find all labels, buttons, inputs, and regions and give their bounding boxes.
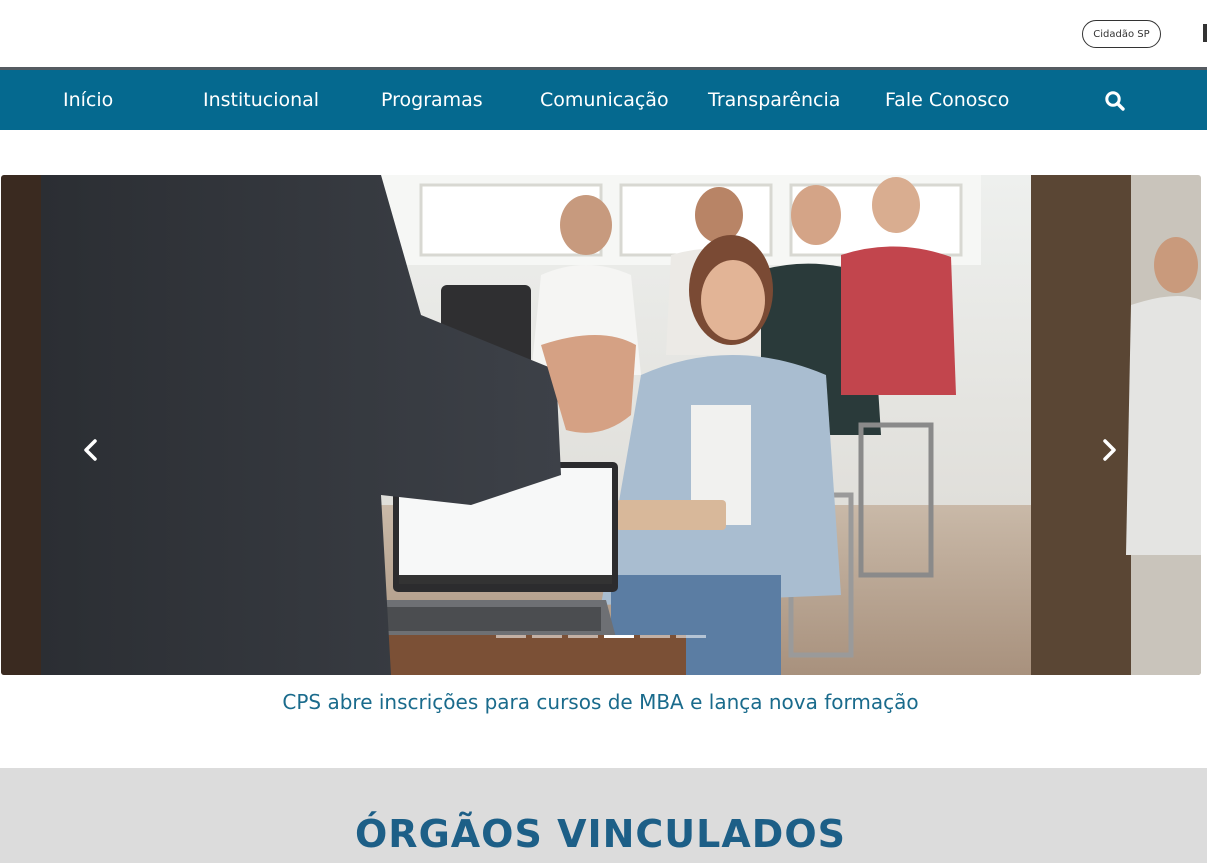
nav-item-comunicacao[interactable]: Comunicação <box>540 70 669 130</box>
top-bar: Cidadão SP <box>0 0 1207 67</box>
carousel-caption-link[interactable]: CPS abre inscrições para cursos de MBA e… <box>0 690 1201 714</box>
nav-item-institucional[interactable]: Institucional <box>203 70 319 130</box>
nav-item-fale-conosco[interactable]: Fale Conosco <box>885 70 1009 130</box>
carousel-indicator[interactable] <box>640 635 670 638</box>
carousel-indicator[interactable] <box>676 635 706 638</box>
chevron-right-icon[interactable] <box>1099 438 1119 462</box>
chevron-left-icon[interactable] <box>81 438 101 462</box>
search-icon[interactable] <box>1104 90 1126 112</box>
carousel-indicator[interactable] <box>568 635 598 638</box>
carousel-indicator[interactable] <box>532 635 562 638</box>
carousel-indicators <box>496 635 706 638</box>
cidadao-sp-button[interactable]: Cidadão SP <box>1082 20 1161 48</box>
nav-item-inicio[interactable]: Início <box>63 70 113 130</box>
main-nav: Início Institucional Programas Comunicaç… <box>0 67 1207 130</box>
classroom-photo <box>1 175 1201 675</box>
nav-item-programas[interactable]: Programas <box>381 70 483 130</box>
nav-item-transparencia[interactable]: Transparência <box>708 70 840 130</box>
hero-carousel[interactable] <box>1 175 1201 675</box>
edge-mark <box>1203 24 1207 42</box>
carousel-indicator[interactable] <box>496 635 526 638</box>
orgaos-title: ÓRGÃOS VINCULADOS <box>355 812 846 856</box>
carousel-indicator-active[interactable] <box>604 635 634 638</box>
